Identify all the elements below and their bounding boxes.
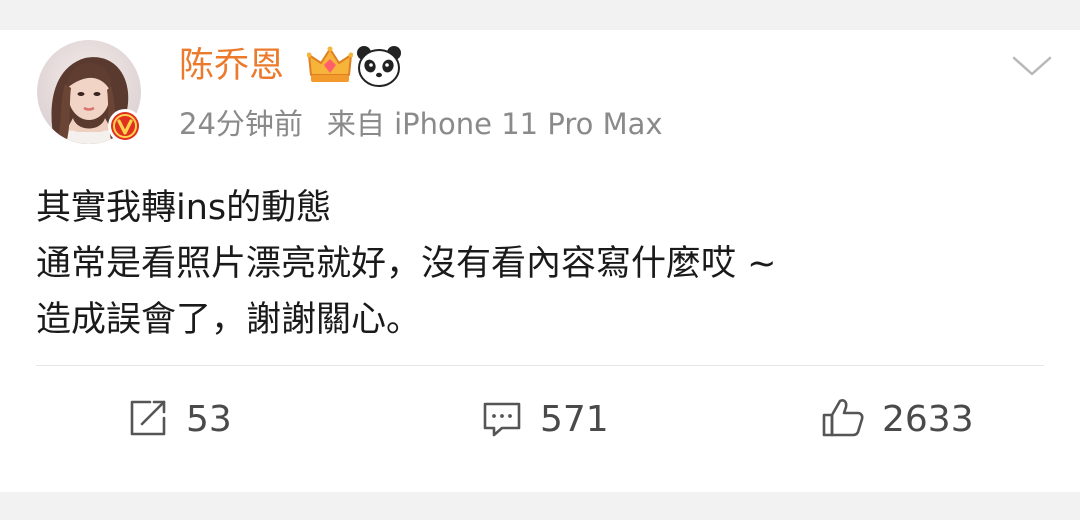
post-time: 24分钟前 xyxy=(179,107,303,141)
divider xyxy=(36,365,1044,366)
thumbs-up-icon xyxy=(820,395,866,445)
post-body: 其實我轉ins的動態 通常是看照片漂亮就好，沒有看內容寫什麼哎 ~ 造成誤會了，… xyxy=(36,180,1046,348)
comment-button[interactable]: 571 xyxy=(480,392,609,448)
repost-button[interactable]: 53 xyxy=(126,392,232,448)
post-line: 造成誤會了，謝謝關心。 xyxy=(36,300,422,340)
verified-badge-icon xyxy=(107,108,143,144)
comment-count: 571 xyxy=(540,399,609,440)
username-link[interactable]: 陈乔恩 xyxy=(179,44,284,88)
like-button[interactable]: 2633 xyxy=(820,392,974,448)
post-line: 其實我轉ins的動態 xyxy=(36,188,332,228)
like-count: 2633 xyxy=(882,399,974,440)
repost-count: 53 xyxy=(186,399,232,440)
top-gap xyxy=(0,0,1080,30)
post-line: 通常是看照片漂亮就好，沒有看內容寫什麼哎 ~ xyxy=(36,244,777,284)
panda-icon xyxy=(355,44,403,88)
comment-icon xyxy=(480,396,524,444)
share-icon xyxy=(126,396,170,444)
bottom-gap xyxy=(0,492,1080,520)
chevron-down-icon[interactable] xyxy=(1008,50,1056,82)
post-meta: 24分钟前 来自 iPhone 11 Pro Max xyxy=(179,104,663,144)
post-source: 来自 iPhone 11 Pro Max xyxy=(326,107,663,141)
crown-icon xyxy=(306,45,354,87)
